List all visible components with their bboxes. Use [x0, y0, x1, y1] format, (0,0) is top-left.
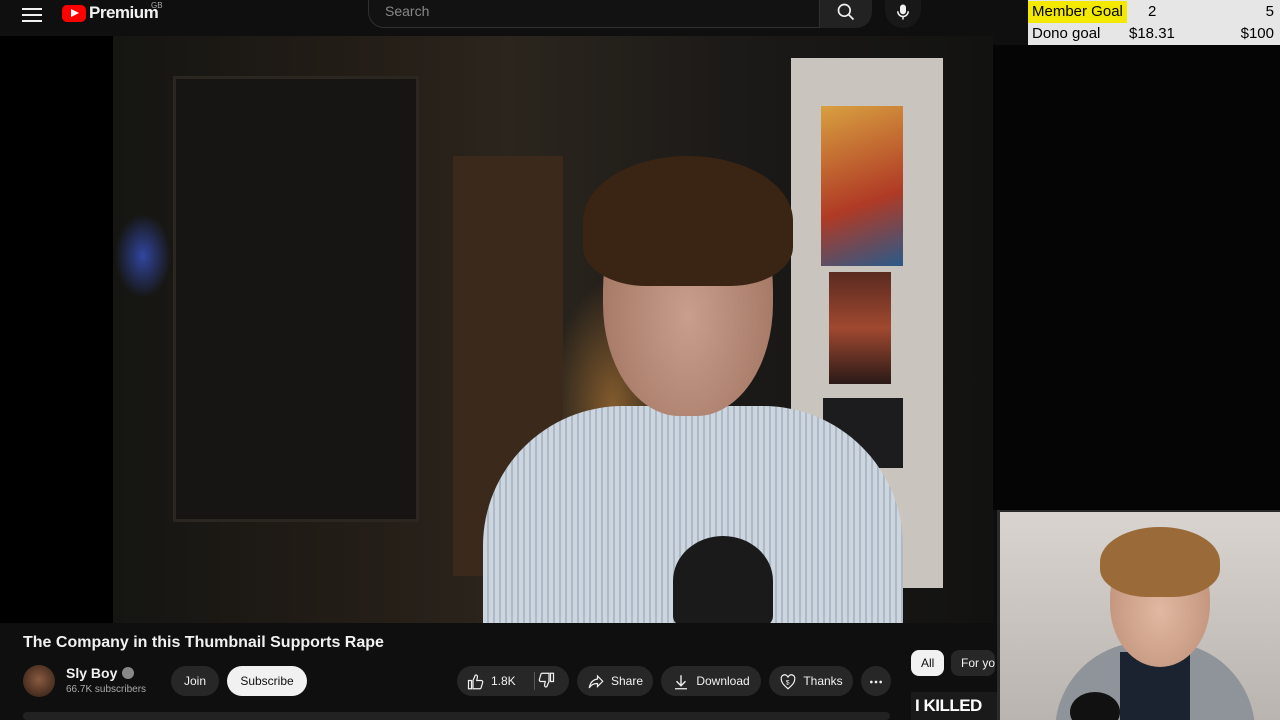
suggested-video-thumbnail[interactable]: I KILLED: [911, 692, 997, 720]
super-thanks-icon: $: [780, 674, 796, 690]
channel-avatar[interactable]: [23, 665, 55, 697]
goal-target: 5: [1265, 3, 1274, 20]
thumbnail-text: I KILLED: [915, 696, 982, 715]
download-button[interactable]: Download: [661, 666, 761, 696]
member-goal-row: Member Goal 2 5: [1028, 1, 1280, 23]
channel-name[interactable]: Sly Boy: [66, 665, 135, 681]
svg-text:$: $: [786, 679, 790, 686]
goal-current: $18.31: [1129, 25, 1175, 42]
goal-label: Dono goal: [1032, 25, 1101, 42]
more-horizontal-icon: [870, 680, 882, 684]
webcam-person-hair: [1100, 527, 1220, 597]
download-icon: [675, 675, 688, 690]
subscriber-count: 66.7K subscribers: [66, 684, 147, 695]
more-actions-button[interactable]: [861, 666, 891, 696]
video-frame-microphone: [673, 536, 773, 623]
search-icon: [837, 3, 855, 21]
verified-icon: [122, 667, 135, 679]
thanks-button[interactable]: $ Thanks: [769, 666, 853, 696]
youtube-logo[interactable]: Premium GB: [62, 1, 163, 24]
video-letterbox-right: [993, 45, 1280, 510]
video-letterbox-left: [0, 36, 113, 623]
person-hair: [583, 156, 793, 286]
voice-search-button[interactable]: [885, 0, 921, 28]
download-label: Download: [696, 674, 750, 688]
thumbs-up-icon: [467, 674, 484, 690]
video-player[interactable]: [113, 36, 993, 623]
youtube-play-icon: [62, 4, 86, 22]
thanks-label: Thanks: [803, 674, 843, 688]
microphone-icon: [897, 4, 909, 20]
dono-goal-row: Dono goal $18.31 $100: [1028, 23, 1280, 45]
filter-chip-for-you[interactable]: For you: [951, 650, 995, 676]
join-button[interactable]: Join: [171, 666, 219, 696]
goal-current: 2: [1148, 3, 1157, 20]
video-title: The Company in this Thumbnail Supports R…: [23, 634, 384, 651]
subscribe-button[interactable]: Subscribe: [227, 666, 307, 696]
goal-label: Member Goal: [1028, 1, 1127, 23]
goal-target: $100: [1240, 25, 1274, 42]
region-code: GB: [151, 1, 163, 10]
description-box-edge: [23, 712, 890, 720]
dislike-button[interactable]: [537, 671, 555, 694]
search-box[interactable]: [368, 0, 820, 28]
share-icon: [588, 674, 604, 689]
like-count: 1.8K: [491, 674, 516, 688]
logo-text: Premium: [89, 3, 159, 22]
thumbs-down-icon: [538, 672, 555, 688]
like-button[interactable]: 1.8K: [467, 674, 516, 690]
channel-name-text[interactable]: Sly Boy: [66, 665, 117, 681]
video-frame-shelf: [173, 76, 419, 522]
share-label: Share: [610, 674, 644, 688]
share-button[interactable]: Share: [577, 666, 653, 696]
webcam-overlay: [997, 510, 1280, 720]
stream-goals-overlay: Member Goal 2 5 Dono goal $18.31 $100: [1028, 0, 1280, 45]
filter-chip-all[interactable]: All: [911, 650, 945, 676]
search-input[interactable]: [383, 2, 807, 20]
search-button[interactable]: [820, 0, 872, 28]
hamburger-menu-icon[interactable]: [20, 4, 44, 28]
like-dislike-divider: [534, 672, 535, 690]
